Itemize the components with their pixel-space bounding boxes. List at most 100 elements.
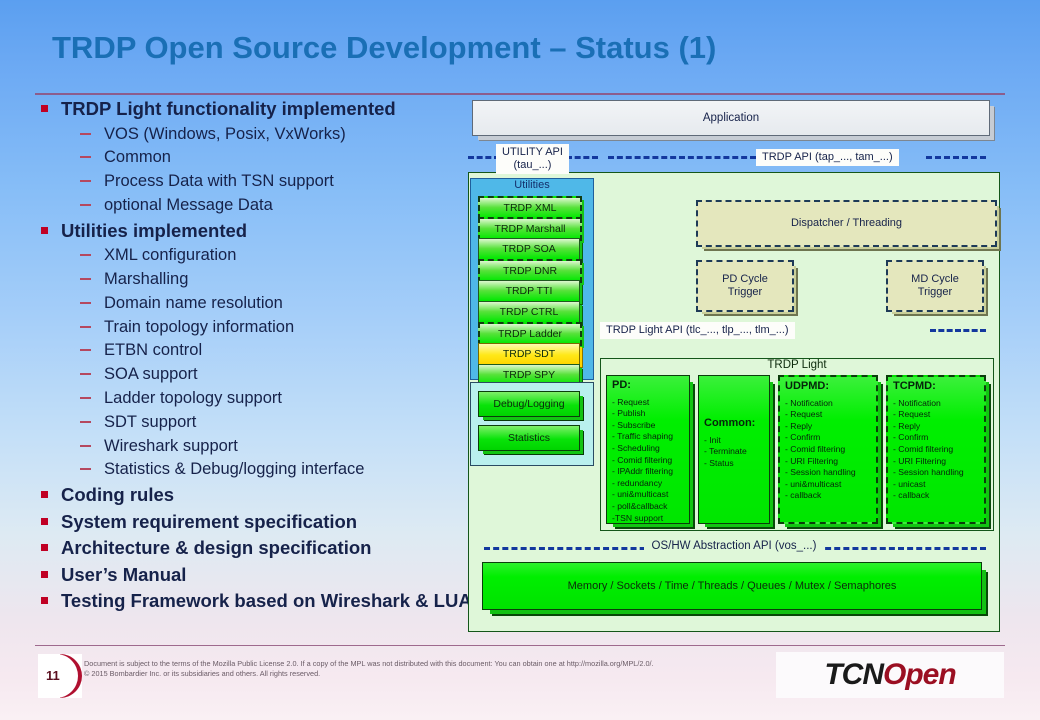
bullet-square-icon [41,597,48,604]
bullet-level1: Utilities implemented [36,218,476,245]
column-item: - Reply [893,421,980,433]
page-badge: 11 [38,654,82,698]
udpmd-column: UDPMD:- Notification- Request- Reply- Co… [778,375,878,524]
column-item: - URI Filtering [785,456,872,468]
bullet-dash-icon [80,302,91,304]
utility-box-label: TRDP SDT [503,348,555,360]
utility-api-dashline-mid [566,156,598,159]
column-item: - Scheduling [612,443,685,455]
trdp-api-dashline-left [608,156,756,159]
column-item: - Traffic shaping [612,431,685,443]
bullet-dash-icon [80,180,91,182]
column-item: - callback [785,490,872,502]
vos-services-box: Memory / Sockets / Time / Threads / Queu… [482,562,982,610]
bullet-list: TRDP Light functionality implementedVOS … [36,96,476,615]
column-item: - uni&multicast [612,489,685,501]
column-item: - Notification [785,398,872,410]
debug-box-label: Statistics [508,432,550,444]
utility-box-label: TRDP CTRL [500,306,559,318]
bullet-text: Statistics & Debug/logging interface [104,460,364,478]
bullet-dash-icon [80,349,91,351]
copyright-notice: Document is subject to the terms of the … [84,659,764,679]
column-item: - Confirm [893,432,980,444]
column-item: - Status [704,458,765,470]
column-item: - Comid filtering [893,444,980,456]
bullet-text: SDT support [104,413,196,431]
column-item: - Reply [785,421,872,433]
logo-text-open: Open [883,658,956,692]
column-item: - Confirm [785,432,872,444]
pd-column: PD:- Request- Publish- Subscribe- Traffi… [606,375,690,524]
column-item: - Terminate [704,446,765,458]
bullet-dash-icon [80,254,91,256]
column-item: - Request [893,409,980,421]
bullet-level2: ETBN control [36,339,476,363]
bullet-level1: System requirement specification [36,509,476,536]
tcnopen-logo: TCNOpen [776,652,1004,698]
bullet-level1: Testing Framework based on Wireshark & L… [36,588,476,615]
bullet-text: Testing Framework based on Wireshark & L… [61,590,472,611]
utility-box-label: TRDP XML [504,202,557,214]
tcpmd-column: TCPMD:- Notification- Request- Reply- Co… [886,375,986,524]
md-cycle-line1: MD Cycle [911,273,959,285]
os-api-label-text: OS/HW Abstraction API (vos_...) [644,540,825,552]
debug-box: Statistics [478,425,580,451]
column-item: - Comid filtering [612,455,685,467]
column-header: UDPMD: [785,381,872,393]
trdp-light-api-dashline [930,329,986,332]
column-item: - Notification [893,398,980,410]
utility-api-label: UTILITY API (tau_...) [496,144,569,174]
bullet-dash-icon [80,445,91,447]
bullet-text: VOS (Windows, Posix, VxWorks) [104,125,346,143]
bullet-text: Ladder topology support [104,389,282,407]
column-item: -TSN support [612,513,685,524]
utility-box-label: TRDP Marshall [495,223,566,235]
utility-box: TRDP SOA [478,238,580,260]
bullet-square-icon [41,491,48,498]
debug-box-label: Debug/Logging [493,398,564,410]
column-item: - Session handling [785,467,872,479]
bullet-text: ETBN control [104,341,202,359]
bullet-level2: Marshalling [36,268,476,292]
bullet-square-icon [41,518,48,525]
utilities-column-title: Utilities [470,179,594,191]
bullet-text: Utilities implemented [61,220,247,241]
bullet-level2: Common [36,146,476,170]
column-item: - callback [893,490,980,502]
bullet-level1: Architecture & design specification [36,535,476,562]
copyright-line-2: © 2015 Bombardier Inc. or its subsidiari… [84,669,764,679]
bullet-level2: Ladder topology support [36,387,476,411]
bullet-dash-icon [80,373,91,375]
bullet-dash-icon [80,133,91,135]
column-header: TCPMD: [893,381,980,393]
title-divider [35,93,1005,95]
bullet-level2: VOS (Windows, Posix, VxWorks) [36,123,476,147]
bullet-dash-icon [80,156,91,158]
bullet-text: optional Message Data [104,196,273,214]
column-item: - uni&multicast [785,479,872,491]
bullet-level1: Coding rules [36,482,476,509]
bullet-dash-icon [80,326,91,328]
column-item: - URI Filtering [893,456,980,468]
bullet-dash-icon [80,421,91,423]
column-header: Common: [704,418,765,430]
utility-api-label-line1: UTILITY API [502,146,563,158]
bullet-square-icon [41,105,48,112]
bullet-square-icon [41,571,48,578]
copyright-line-1: Document is subject to the terms of the … [84,659,764,669]
utility-box-label: TRDP SOA [502,243,555,255]
bullet-level1: User’s Manual [36,562,476,589]
md-cycle-trigger-box: MD Cycle Trigger [886,260,984,312]
bullet-square-icon [41,544,48,551]
bullet-level2: optional Message Data [36,194,476,218]
bullet-text: Domain name resolution [104,294,283,312]
trdp-light-api-label: TRDP Light API (tlc_..., tlp_..., tlm_..… [600,322,795,339]
bullet-text: Marshalling [104,270,188,288]
bullet-level2: SOA support [36,363,476,387]
bullet-text: SOA support [104,365,198,383]
bullet-text: Common [104,148,171,166]
column-item: - Publish [612,408,685,420]
footer-divider [35,645,1005,646]
page-title: TRDP Open Source Development – Status (1… [52,30,716,66]
column-item: - Comid filtering [785,444,872,456]
